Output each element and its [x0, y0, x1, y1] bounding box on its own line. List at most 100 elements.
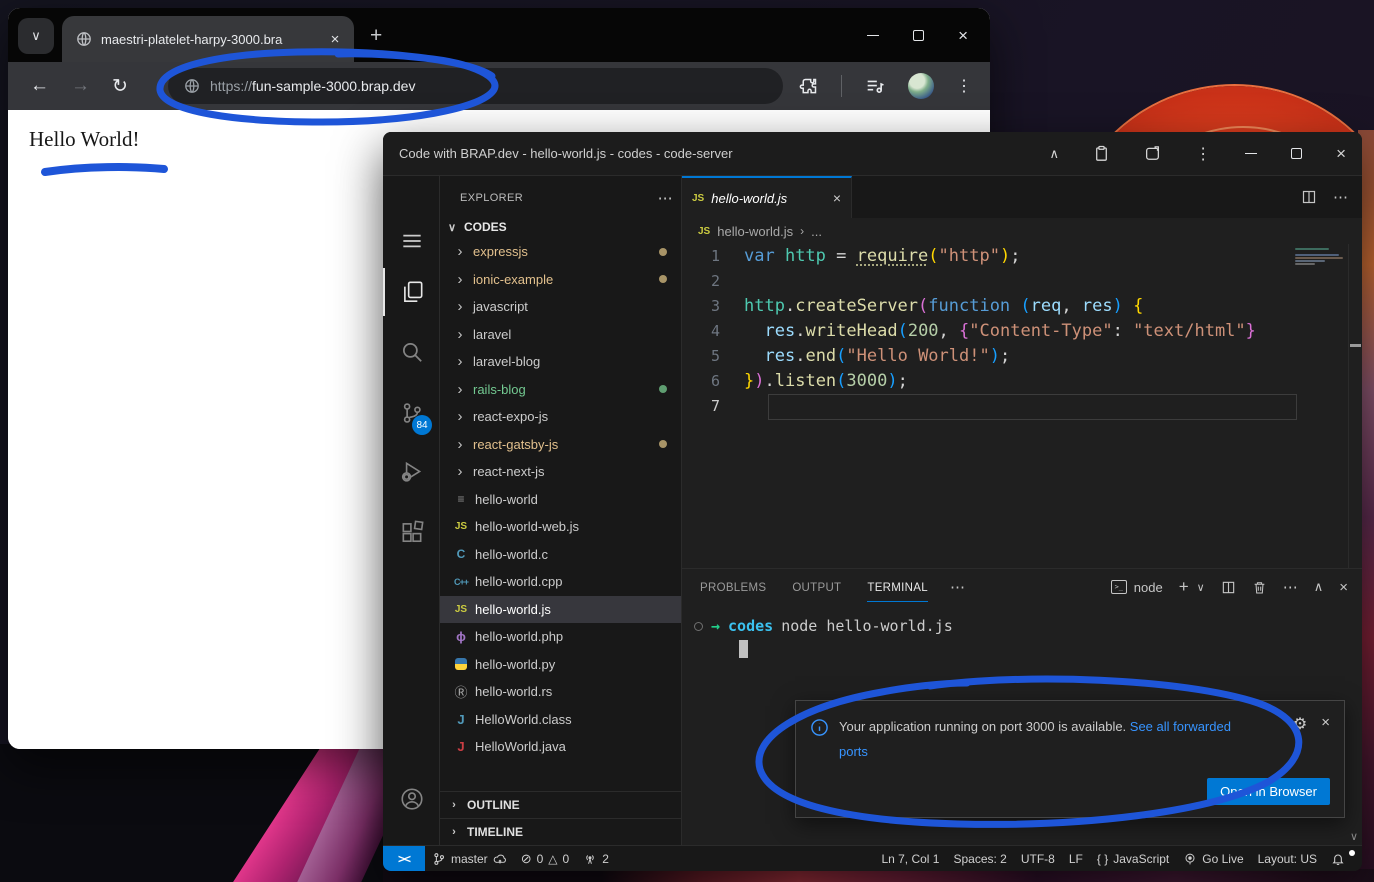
- tree-file-hello-world.cpp[interactable]: C++hello-world.cpp: [440, 568, 681, 596]
- breadcrumb[interactable]: JS hello-world.js › ...: [682, 218, 1362, 244]
- site-info-globe-icon[interactable]: [184, 78, 200, 94]
- tree-folder-expressjs[interactable]: ›expressjs: [440, 238, 681, 266]
- tree-folder-laravel-blog[interactable]: ›laravel-blog: [440, 348, 681, 376]
- breadcrumb-file[interactable]: hello-world.js: [717, 224, 793, 239]
- maximize-panel-icon[interactable]: ∧: [1314, 579, 1324, 595]
- pwa-app-icon[interactable]: [1144, 145, 1161, 162]
- media-controls-icon[interactable]: [864, 75, 886, 97]
- timeline-section[interactable]: › TIMELINE: [440, 818, 681, 845]
- code-line-5[interactable]: 5 res.end("Hello World!");: [682, 344, 1362, 369]
- command-decoration-icon[interactable]: [694, 622, 703, 631]
- close-icon[interactable]: ×: [958, 27, 968, 44]
- tree-folder-laravel[interactable]: ›laravel: [440, 321, 681, 349]
- split-terminal-icon[interactable]: [1221, 580, 1236, 595]
- tree-file-hello-world.js[interactable]: JShello-world.js: [440, 596, 681, 624]
- tab-close-icon[interactable]: ×: [833, 190, 841, 206]
- editor-scrollbar[interactable]: [1348, 244, 1362, 568]
- tree-file-hello-world.rs[interactable]: Ⓡhello-world.rs: [440, 678, 681, 706]
- tree-file-HelloWorld.class[interactable]: JHelloWorld.class: [440, 706, 681, 734]
- chevron-up-icon[interactable]: ∧: [1050, 146, 1060, 162]
- tree-folder-react-next-js[interactable]: ›react-next-js: [440, 458, 681, 486]
- tab-search-button[interactable]: ∨: [18, 18, 54, 54]
- maximize-icon[interactable]: [913, 30, 924, 41]
- code-line-2[interactable]: 2: [682, 269, 1362, 294]
- reload-icon[interactable]: ↻: [112, 75, 128, 98]
- codes-section-header[interactable]: ∨ CODES: [440, 216, 681, 238]
- outline-section[interactable]: › OUTLINE: [440, 791, 681, 818]
- source-control-icon[interactable]: 84: [383, 389, 440, 437]
- browser-menu-kebab-icon[interactable]: ⋮: [956, 76, 972, 96]
- tree-folder-javascript[interactable]: ›javascript: [440, 293, 681, 321]
- chevron-down-icon[interactable]: ∨: [1350, 830, 1358, 843]
- panel-tab-terminal[interactable]: TERMINAL: [867, 573, 928, 602]
- panel-tab-output[interactable]: OUTPUT: [792, 573, 841, 602]
- search-icon[interactable]: [383, 328, 440, 376]
- tree-file-hello-world.php[interactable]: ϕhello-world.php: [440, 623, 681, 651]
- tree-file-hello-world.py[interactable]: hello-world.py: [440, 651, 681, 679]
- encoding[interactable]: UTF-8: [1014, 852, 1062, 866]
- editor-tab-hello-world-js[interactable]: JS hello-world.js ×: [682, 176, 852, 218]
- open-in-browser-button[interactable]: Open in Browser: [1207, 778, 1330, 805]
- forward-icon[interactable]: →: [71, 75, 90, 97]
- notifications-bell[interactable]: [1324, 852, 1352, 866]
- go-live[interactable]: Go Live: [1176, 852, 1250, 866]
- address-bar[interactable]: https://fun-sample-3000.brap.dev: [168, 68, 783, 104]
- close-panel-icon[interactable]: ×: [1339, 579, 1348, 596]
- notification-close-icon[interactable]: ×: [1321, 714, 1330, 765]
- code-line-4[interactable]: 4 res.writeHead(200, {"Content-Type": "t…: [682, 319, 1362, 344]
- breadcrumb-more[interactable]: ...: [811, 224, 822, 239]
- tree-folder-rails-blog[interactable]: ›rails-blog: [440, 376, 681, 404]
- split-editor-icon[interactable]: [1301, 189, 1317, 205]
- maximize-icon[interactable]: [1291, 148, 1302, 159]
- explorer-files-icon[interactable]: [383, 268, 440, 316]
- code-line-1[interactable]: 1var http = require("http");: [682, 244, 1362, 269]
- back-icon[interactable]: ←: [30, 75, 49, 97]
- panel-more-icon[interactable]: ⋯: [950, 578, 965, 596]
- notification-settings-gear-icon[interactable]: ⚙: [1293, 714, 1307, 765]
- minimap[interactable]: [1295, 248, 1347, 296]
- terminal-body[interactable]: → codes node hello-world.js: [682, 605, 1362, 658]
- code-line-6[interactable]: 6}).listen(3000);: [682, 369, 1362, 394]
- code-line-7[interactable]: 7: [682, 394, 1362, 419]
- tree-folder-react-expo-js[interactable]: ›react-expo-js: [440, 403, 681, 431]
- minimize-icon[interactable]: [867, 35, 879, 36]
- tree-file-hello-world-web.js[interactable]: JShello-world-web.js: [440, 513, 681, 541]
- clipboard-icon[interactable]: [1093, 145, 1110, 162]
- code-line-3[interactable]: 3http.createServer(function (req, res) {: [682, 294, 1362, 319]
- cursor-position[interactable]: Ln 7, Col 1: [874, 852, 946, 866]
- terminal-profile[interactable]: >_ node: [1111, 580, 1163, 595]
- profile-avatar[interactable]: [908, 73, 934, 99]
- minimize-icon[interactable]: [1245, 153, 1257, 154]
- kill-terminal-trash-icon[interactable]: [1252, 580, 1267, 595]
- new-tab-button[interactable]: +: [370, 24, 382, 48]
- problems-status[interactable]: ⊘ 0 △ 0: [514, 851, 577, 867]
- scrollbar-thumb[interactable]: [1350, 344, 1361, 347]
- panel-tab-problems[interactable]: PROBLEMS: [700, 573, 766, 602]
- keyboard-layout[interactable]: Layout: US: [1251, 852, 1324, 866]
- tree-file-hello-world.c[interactable]: Chello-world.c: [440, 541, 681, 569]
- branch-status[interactable]: master: [425, 852, 514, 866]
- remote-indicator[interactable]: ><: [383, 846, 425, 872]
- panel-kebab-icon[interactable]: ⋯: [1283, 578, 1298, 596]
- forwarded-ports-status[interactable]: 2: [576, 852, 616, 866]
- chevron-down-icon[interactable]: ∨: [1197, 581, 1205, 594]
- account-icon[interactable]: [383, 775, 440, 823]
- browser-tab[interactable]: maestri-platelet-harpy-3000.bra ×: [62, 16, 354, 62]
- editor-more-icon[interactable]: ⋯: [1333, 188, 1348, 206]
- tab-close-icon[interactable]: ×: [326, 31, 344, 48]
- indentation[interactable]: Spaces: 2: [946, 852, 1013, 866]
- vscode-title-bar[interactable]: Code with BRAP.dev - hello-world.js - co…: [383, 132, 1362, 176]
- close-icon[interactable]: ×: [1336, 145, 1346, 162]
- new-terminal-icon[interactable]: +: [1179, 577, 1189, 597]
- code-editor[interactable]: 1var http = require("http");23http.creat…: [682, 244, 1362, 568]
- language-mode[interactable]: { } JavaScript: [1090, 852, 1176, 866]
- extensions-puzzle-icon[interactable]: [798, 76, 819, 97]
- tree-folder-react-gatsby-js[interactable]: ›react-gatsby-js: [440, 431, 681, 459]
- tree-folder-ionic-example[interactable]: ›ionic-example: [440, 266, 681, 294]
- kebab-menu-icon[interactable]: ⋮: [1195, 144, 1211, 164]
- menu-hamburger-icon[interactable]: [383, 217, 440, 265]
- extensions-icon[interactable]: [383, 508, 440, 556]
- tree-file-hello-world[interactable]: ≡hello-world: [440, 486, 681, 514]
- eol-sequence[interactable]: LF: [1062, 852, 1090, 866]
- run-debug-icon[interactable]: [383, 448, 440, 496]
